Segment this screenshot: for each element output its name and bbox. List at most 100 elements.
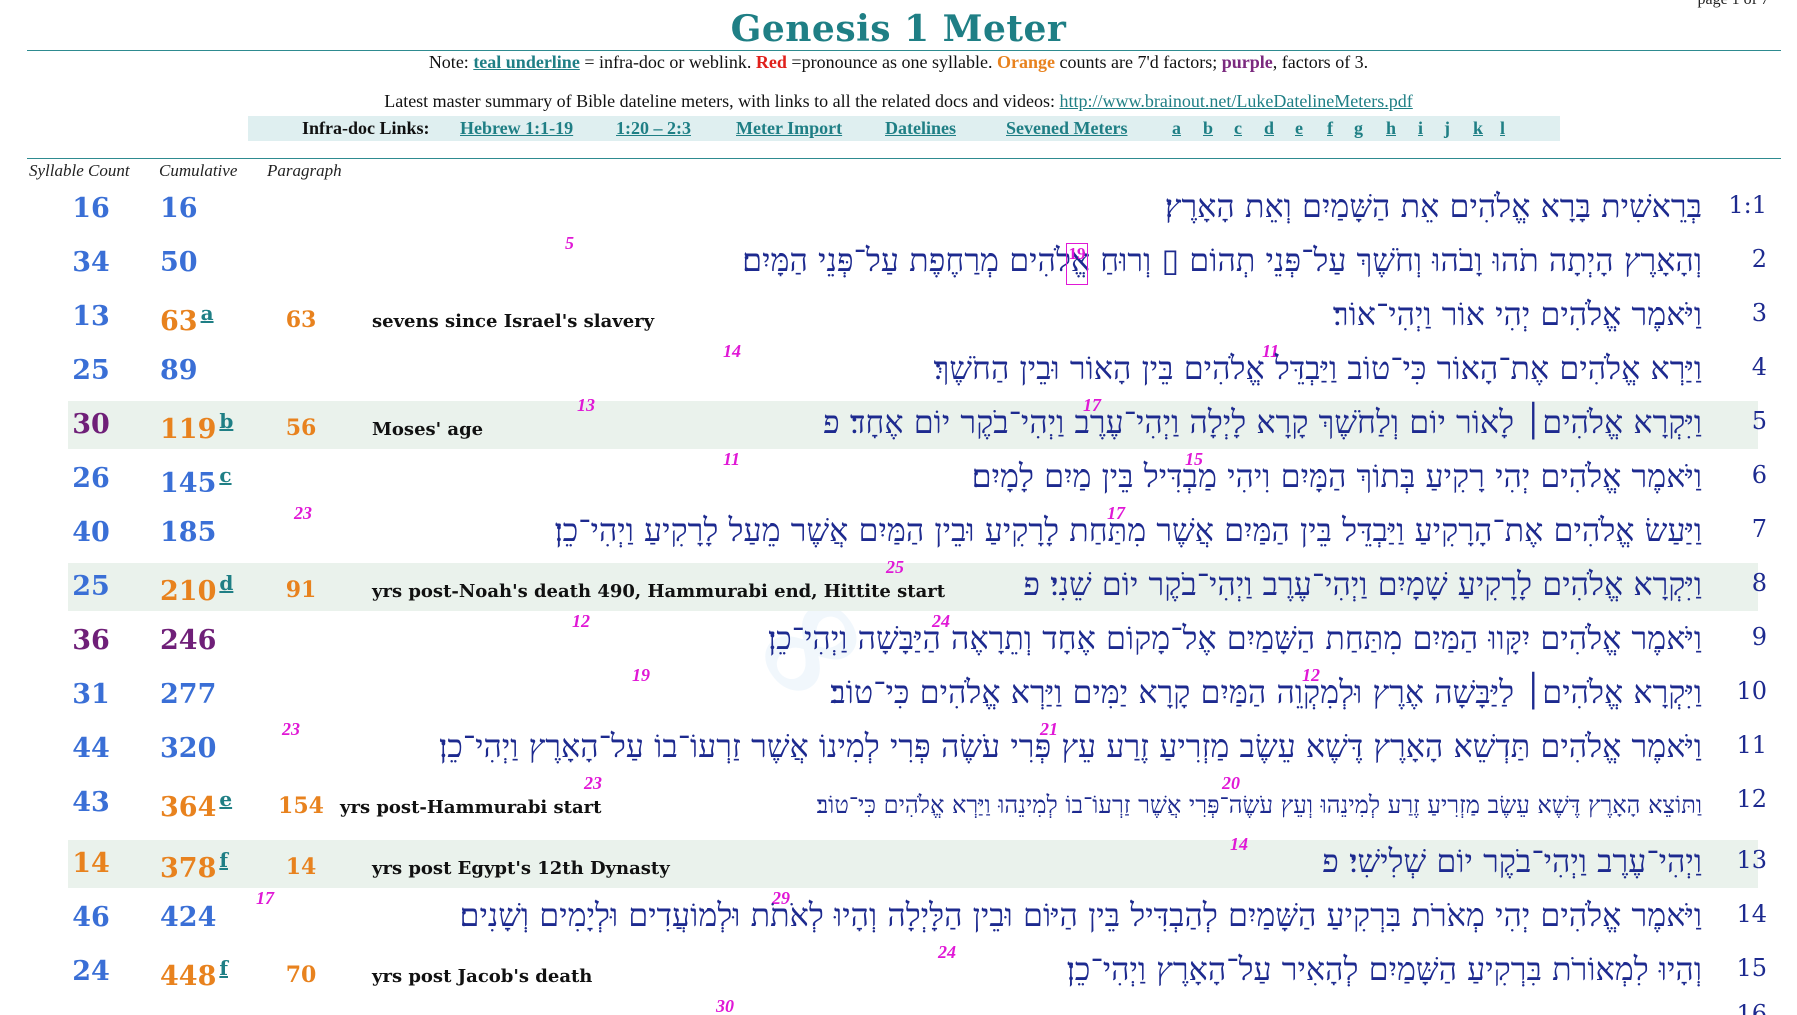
infra-link-b[interactable]: b — [1203, 118, 1213, 139]
footnote-link[interactable]: a — [201, 301, 214, 325]
infra-link-sevened[interactable]: Sevened Meters — [1006, 118, 1127, 139]
verse-row: 25 210 d 91 yrs post-Noah's death 490, Ha… — [0, 557, 1797, 615]
infra-link-i[interactable]: i — [1418, 118, 1423, 139]
cumulative-count: 448 f — [160, 956, 270, 992]
cumulative-value: 448 — [160, 961, 217, 992]
footnote-link[interactable]: c — [219, 463, 231, 487]
infra-link-d[interactable]: d — [1264, 118, 1274, 139]
infra-link-g[interactable]: g — [1354, 118, 1363, 139]
verse-row: 14 378 f 14 yrs post Egypt's 12th Dynasty… — [0, 834, 1797, 892]
meter-mark: 24 — [938, 942, 956, 962]
meter-mark: 23 — [282, 719, 300, 739]
header-syllable-count: Syllable Count — [29, 161, 130, 180]
cumulative-count: 424 — [160, 902, 270, 933]
infra-link-e[interactable]: e — [1295, 118, 1303, 139]
syllable-count: 36 — [72, 625, 110, 656]
infra-link-meter-import[interactable]: Meter Import — [736, 118, 842, 139]
summary-link[interactable]: http://www.brainout.net/LukeDatelineMete… — [1060, 91, 1413, 111]
meter-mark: 11 — [723, 449, 741, 469]
meter-mark: 5 — [565, 233, 574, 253]
cumulative-count: 246 — [160, 625, 270, 656]
cumulative-value: 320 — [160, 733, 217, 764]
note-teal-link[interactable]: teal underline — [473, 52, 580, 72]
cumulative-value: 119 — [160, 414, 217, 445]
syllable-count: 25 — [72, 355, 110, 386]
infra-label: Infra-doc Links: — [302, 118, 430, 138]
note-purple-rest: , factors of 3. — [1272, 52, 1369, 72]
note-purple: purple — [1221, 52, 1273, 72]
meter-mark: 25 — [886, 557, 904, 577]
cumulative-count: 50 — [160, 247, 270, 278]
verse-number: 15 — [1736, 954, 1767, 982]
paragraph-description: sevens since Israel's slavery — [372, 311, 655, 332]
footnote-link[interactable]: e — [219, 787, 232, 811]
note-red-rest: =pronounce as one syllable. — [786, 52, 998, 72]
meter-mark: 14 — [723, 341, 741, 361]
paragraph-count: 63 — [285, 307, 317, 333]
footnote-link[interactable]: f — [219, 848, 228, 872]
cumulative-count: 320 — [160, 733, 270, 764]
verse-number: 12 — [1736, 785, 1767, 813]
verse-row: 44 320 23 21 וַיֹּאמֶר אֱלֹהִים תַּדְשֵׁ… — [0, 719, 1797, 777]
infra-link-k[interactable]: k — [1473, 118, 1483, 139]
meter-mark: 23 — [584, 773, 602, 793]
cumulative-count: 277 — [160, 679, 270, 710]
cumulative-count: 89 — [160, 355, 270, 386]
footnote-link[interactable]: b — [219, 409, 233, 433]
verse-row: 46 424 17 29 וַיֹּאמֶר אֱלֹהִים יְהִי מְ… — [0, 888, 1797, 946]
infra-link-bar: Infra-doc Links: Hebrew 1:1-19 1:20 – 2:… — [248, 116, 1560, 141]
paragraph-count: 70 — [285, 962, 317, 988]
infra-link-c[interactable]: c — [1234, 118, 1242, 139]
infra-link-1-20[interactable]: 1:20 – 2:3 — [616, 118, 691, 139]
hebrew-text: וַיֹּאמֶר אֱלֹהִים יְהִי אוֹר וַיְהִי־או… — [1332, 295, 1702, 333]
hebrew-text: וַתּוֹצֵא הָאָרֶץ דֶּשֶׁא עֵשֶׂב מַזְרִי… — [816, 791, 1702, 819]
verse-number: 1:1 — [1728, 191, 1767, 219]
hebrew-text: וְהָאָרֶץ הָיְתָה תֹהוּ וָבֹהוּ וְחֹשֶׁך… — [742, 241, 1702, 279]
meter-mark: 17 — [256, 888, 274, 908]
meter-mark: 30 — [716, 996, 734, 1015]
infra-link-f[interactable]: f — [1327, 118, 1333, 139]
cumulative-count: 145 c — [160, 463, 270, 499]
verse-number: 7 — [1751, 515, 1767, 543]
cumulative-value: 89 — [160, 355, 198, 386]
header-paragraph: Paragraph — [267, 161, 342, 180]
cumulative-count: 378 f — [160, 848, 270, 884]
verse-number: 6 — [1751, 461, 1767, 489]
verse-row: 30 119 b 56 Moses' age 13 17 וַיִּקְרָא א… — [0, 395, 1797, 453]
infra-link-a[interactable]: a — [1172, 118, 1181, 139]
footnote-link[interactable]: f — [219, 956, 228, 980]
hebrew-text: וַיֹּאמֶר אֱלֹהִים יְהִי רָקִיעַ בְּתוֹך… — [971, 457, 1702, 495]
verse-row: 25 89 14 11 וַיַּרְא אֱלֹהִים אֶת־הָאוֹר… — [0, 341, 1797, 399]
syllable-count: 24 — [72, 956, 110, 987]
cumulative-value: 185 — [160, 517, 217, 548]
verse-number: 10 — [1736, 677, 1767, 705]
infra-link-h[interactable]: h — [1386, 118, 1396, 139]
hebrew-text: וְהָיוּ לִמְאוֹרֹת בִּרְקִיעַ הַשָּׁמַיִ… — [1066, 950, 1702, 988]
verse-number: 13 — [1736, 846, 1767, 874]
footnote-link[interactable]: d — [219, 571, 233, 595]
infra-link-l[interactable]: l — [1500, 118, 1505, 139]
verse-row: 31 277 19 12 וַיִּקְרָא אֱלֹהִים׀ לַיַּב… — [0, 665, 1797, 723]
paragraph-description: yrs post-Noah's death 490, Hammurabi end… — [372, 581, 946, 602]
cumulative-value: 364 — [160, 792, 217, 823]
infra-link-j[interactable]: j — [1444, 118, 1450, 139]
verse-number: 8 — [1751, 569, 1767, 597]
note-orange: Orange — [997, 52, 1056, 72]
syllable-count: 26 — [72, 463, 110, 494]
syllable-count: 43 — [72, 787, 110, 818]
title-rule — [27, 50, 1781, 51]
cumulative-value: 424 — [160, 902, 217, 933]
hebrew-text: וַיֹּאמֶר אֱלֹהִים יִקָּווּ הַמַּיִם מִת… — [767, 619, 1702, 657]
meter-mark: 12 — [572, 611, 590, 631]
partial-verse-row: 30 16 — [0, 996, 1797, 1015]
infra-link-datelines[interactable]: Datelines — [885, 118, 956, 139]
verse-row: 26 145 c 11 15 וַיֹּאמֶר אֱלֹהִים יְהִי ר… — [0, 449, 1797, 507]
cumulative-value: 210 — [160, 576, 217, 607]
note-orange-rest: counts are 7'd factors; — [1055, 52, 1222, 72]
hebrew-text: וַיֹּאמֶר אֱלֹהִים יְהִי מְאֹרֹת בִּרְקִ… — [459, 896, 1702, 934]
meter-mark: 14 — [1230, 834, 1248, 854]
infra-link-hebrew[interactable]: Hebrew 1:1-19 — [460, 118, 573, 139]
cumulative-count: 185 — [160, 517, 270, 548]
hebrew-text: וַיְהִי־עֶרֶב וַיְהִי־בֹקֶר יוֹם שְׁלִיש… — [1322, 842, 1702, 880]
verse-number: 2 — [1751, 245, 1767, 273]
